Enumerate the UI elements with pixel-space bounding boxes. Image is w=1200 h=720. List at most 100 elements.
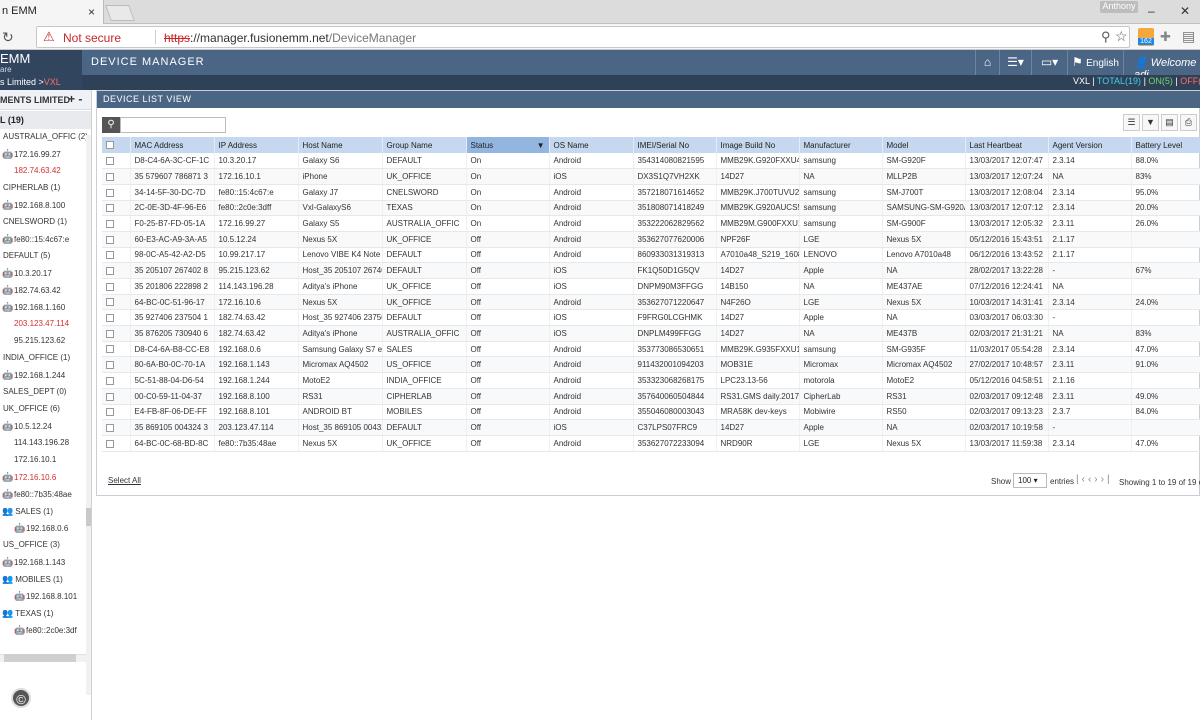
table-row[interactable]: 64-BC-0C-68-BD-8C fe80::7b35:48ae Nexus 5X… [102,435,1200,452]
minimize-icon[interactable]: – [1148,4,1155,18]
column-header[interactable]: OS Name [549,137,634,153]
table-row[interactable]: 5C-51-88-04-D6-54 192.168.1.244 MotoE2 INDI… [102,372,1200,389]
tree-device[interactable]: 182.74.63.42 [2,166,61,175]
row-select-cell[interactable] [102,184,131,201]
column-toggle-icon[interactable]: ☰ [1123,114,1140,131]
table-row[interactable]: 60-E3-AC-A9-3A-A5 10.5.12.24 Nexus 5X UK_OF… [102,231,1200,248]
copyright-icon[interactable]: © [11,688,31,708]
puzzle-extension-icon[interactable]: ✚ [1160,29,1171,45]
column-header[interactable]: IMEI/Serial No [633,137,717,153]
tree-device[interactable]: 172.16.10.1 [2,455,56,464]
row-checkbox[interactable] [106,423,114,432]
table-row[interactable]: 35 201806 222898 2 114.143.196.28 Aditya's… [102,278,1200,295]
home-icon[interactable]: ⌂ [975,50,999,75]
new-tab-button[interactable] [105,5,135,21]
devices-menu-icon[interactable]: ▭▾ [1031,50,1067,75]
breadcrumb-prefix[interactable]: s Limited > [0,77,44,87]
table-row[interactable]: 35 869105 004324 3 203.123.47.114 Host_35 … [102,419,1200,436]
search-icon[interactable]: ⚲ [1101,29,1111,45]
row-select-cell[interactable] [102,262,131,279]
total-count[interactable]: TOTAL(19) [1097,76,1141,86]
reload-icon[interactable]: ↻ [2,29,14,46]
first-page-icon[interactable]: |‹ [1076,474,1088,485]
search-input[interactable] [120,117,226,133]
tree-device[interactable]: 🤖172.16.10.6 [2,472,56,483]
column-header[interactable]: Manufacturer [799,137,883,153]
table-row[interactable]: 80-6A-B0-0C-70-1A 192.168.1.143 Micromax A… [102,356,1200,374]
column-header[interactable]: Agent Version [1048,137,1132,153]
row-checkbox[interactable] [106,329,114,338]
browser-user-badge[interactable]: Anthony [1100,1,1138,13]
rss-extension-icon[interactable]: 162 [1138,28,1154,46]
print-icon[interactable]: ⎙ [1180,114,1197,131]
window-close-icon[interactable]: ✕ [1180,4,1190,18]
table-row[interactable]: E4-FB-8F-06-DE-FF 192.168.8.101 ANDROID BT… [102,404,1200,421]
row-checkbox[interactable] [106,282,114,291]
tab-close-icon[interactable]: × [88,5,95,19]
last-page-icon[interactable]: ›| [1101,474,1113,485]
tree-device[interactable]: 🤖192.168.8.101 [14,591,77,602]
row-select-cell[interactable] [102,388,131,405]
sidebar-scrollbar[interactable] [86,135,91,695]
row-select-cell[interactable] [102,341,131,358]
expand-collapse-buttons[interactable]: + - [68,92,82,106]
tree-group[interactable]: AUSTRALIA_OFFIC (2) [3,132,88,141]
row-select-cell[interactable] [102,419,131,436]
row-select-cell[interactable] [102,231,131,248]
tree-device[interactable]: 🤖192.168.8.100 [2,200,65,211]
tree-device[interactable]: 🤖172.16.99.27 [2,149,61,160]
bookmark-star-icon[interactable]: ☆ [1115,28,1128,45]
not-secure-label[interactable]: Not secure [63,31,121,45]
tree-device[interactable]: 203.123.47.114 [2,319,69,328]
column-header[interactable]: Battery Level [1131,137,1200,153]
select-all-link[interactable]: Select All [108,476,141,485]
tree-device[interactable]: 🤖fe80::15:4c67:e [2,234,69,245]
table-row[interactable]: 64-BC-0C-51-96-17 172.16.10.6 Nexus 5X UK_O… [102,294,1200,311]
row-select-cell[interactable] [102,215,131,232]
tree-group[interactable]: UK_OFFICE (6) [3,404,60,413]
tree-device[interactable]: 🤖fe80::7b35:48ae [2,489,72,500]
table-row[interactable]: 35 579607 786871 3 172.16.10.1 iPhone UK_OF… [102,168,1200,185]
tree-group[interactable]: DEFAULT (5) [3,251,50,260]
table-row[interactable]: 00-C0-59-11-04-37 192.168.8.100 RS31 CIPHER… [102,388,1200,405]
row-checkbox[interactable] [106,408,114,417]
row-select-cell[interactable] [102,168,131,185]
tree-device[interactable]: 🤖192.168.1.143 [2,557,65,568]
table-row[interactable]: F0-25-B7-FD-05-1A 172.16.99.27 Galaxy S5 AU… [102,215,1200,232]
sidebar-horizontal-scrollbar-thumb[interactable] [4,654,76,662]
list-menu-icon[interactable]: ☰▾ [999,50,1031,75]
filter-icon[interactable]: ▼ [1142,114,1159,131]
table-row[interactable]: 35 205107 267402 8 95.215.123.62 Host_35 2… [102,262,1200,279]
column-header[interactable]: Model [882,137,966,153]
column-header[interactable]: IP Address [214,137,299,153]
sort-desc-icon[interactable]: ▼ [537,141,545,150]
tree-device[interactable]: 🤖192.168.0.6 [14,523,68,534]
row-select-cell[interactable] [102,435,131,452]
table-row[interactable]: D8-C4-6A-3C-CF-1C 10.3.20.17 Galaxy S6 DEFA… [102,153,1200,170]
row-checkbox[interactable] [106,219,114,228]
tree-group[interactable]: CIPHERLAB (1) [3,183,60,192]
row-select-cell[interactable] [102,153,131,170]
tree-group[interactable]: 👥 SALES (1) [2,506,53,517]
table-row[interactable]: 35 927406 237504 1 182.74.63.42 Host_35 92… [102,309,1200,327]
row-checkbox[interactable] [106,439,114,448]
row-checkbox[interactable] [106,376,114,385]
browser-tab[interactable]: n EMM × [0,0,104,24]
row-checkbox[interactable] [106,188,114,197]
url-field[interactable]: ⚠ Not secure https://manager.fusionemm.n… [36,26,1130,48]
table-row[interactable]: 35 876205 730940 6 182.74.63.42 Aditya's i… [102,325,1200,342]
tree-device[interactable]: 114.143.196.28 [2,438,69,447]
sidebar-scrollbar-thumb[interactable] [86,508,91,526]
tree-device[interactable]: 🤖10.3.20.17 [2,268,52,279]
row-select-cell[interactable] [102,247,131,264]
tree-device[interactable]: 🤖192.168.1.160 [2,302,65,313]
tree-group[interactable]: US_OFFICE (3) [3,540,60,549]
export-icon[interactable]: ▤ [1161,114,1178,131]
row-checkbox[interactable] [106,298,114,307]
row-select-cell[interactable] [102,278,131,295]
row-checkbox[interactable] [106,392,114,401]
tree-device[interactable]: 95.215.123.62 [2,336,65,345]
tree-group[interactable]: 👥 TEXAS (1) [2,608,53,619]
extension-icon[interactable]: ▤ [1182,28,1195,45]
column-header[interactable]: Host Name [298,137,383,153]
